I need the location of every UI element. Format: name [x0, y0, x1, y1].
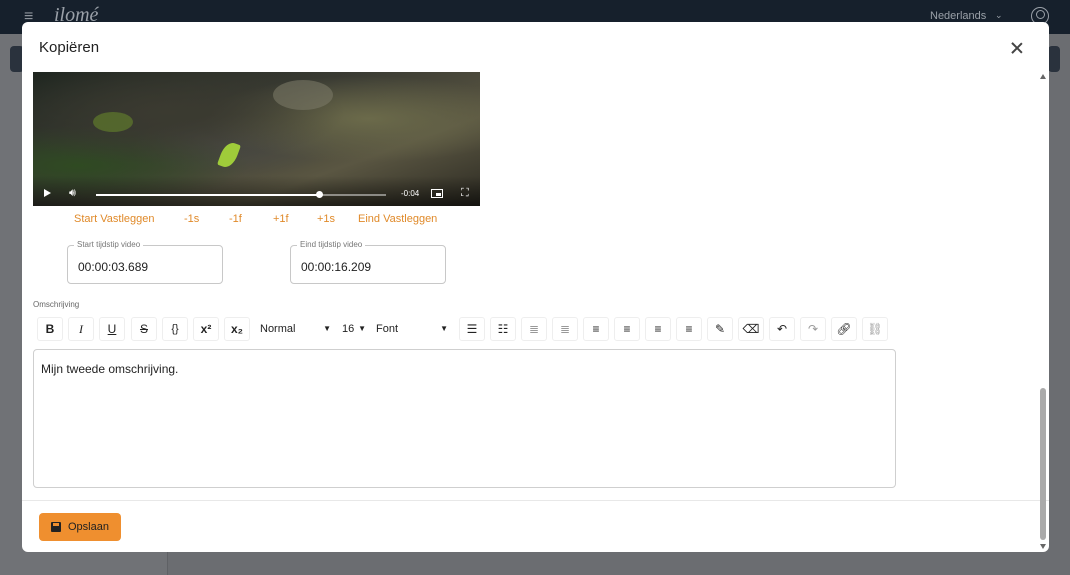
- start-time-label: Start tijdstip video: [74, 240, 144, 249]
- dialog-body: 🔊︎ -0:04 ⛶ Start Vastleggen -1s -1f +1f …: [22, 72, 1049, 500]
- scroll-up-icon[interactable]: [1040, 74, 1046, 79]
- play-icon[interactable]: [44, 189, 51, 197]
- text-color-icon[interactable]: ✎: [707, 317, 733, 341]
- description-label: Omschrijving: [33, 300, 80, 309]
- start-time-field[interactable]: Start tijdstip video 00:00:03.689: [67, 240, 223, 284]
- font-family-select[interactable]: Font ▼: [372, 317, 452, 341]
- bullet-list-icon[interactable]: ☰: [459, 317, 485, 341]
- link-icon[interactable]: 🔗︎: [831, 317, 857, 341]
- align-left-icon[interactable]: ≡: [583, 317, 609, 341]
- font-size-select[interactable]: 16 ▼: [339, 317, 367, 341]
- footer-divider: [22, 500, 1049, 501]
- bold-button[interactable]: B: [37, 317, 63, 341]
- scrollbar-thumb[interactable]: [1040, 388, 1046, 540]
- align-right-icon[interactable]: ≡: [645, 317, 671, 341]
- close-icon[interactable]: [1008, 39, 1026, 57]
- redo-icon[interactable]: ↷: [800, 317, 826, 341]
- font-size-value: 16: [342, 323, 355, 335]
- video-player[interactable]: 🔊︎ -0:04 ⛶: [33, 72, 480, 206]
- align-center-icon[interactable]: ≡: [614, 317, 640, 341]
- end-time-label: Eind tijdstip video: [297, 240, 366, 249]
- outdent-icon[interactable]: ≣: [521, 317, 547, 341]
- font-family-value: Font: [376, 323, 399, 335]
- caret-down-icon: ▼: [440, 324, 448, 333]
- video-frame-detail: [93, 112, 133, 132]
- indent-icon[interactable]: ≣: [552, 317, 578, 341]
- video-time-remaining: -0:04: [401, 189, 420, 198]
- heading-select[interactable]: Normal ▼: [257, 317, 335, 341]
- undo-icon[interactable]: ↶: [769, 317, 795, 341]
- start-capture-button[interactable]: Start Vastleggen: [74, 213, 155, 225]
- backdrop-button-right: [1048, 46, 1060, 72]
- unlink-icon[interactable]: ⛓: [862, 317, 888, 341]
- end-time-value[interactable]: 00:00:16.209: [301, 260, 371, 274]
- picture-in-picture-icon[interactable]: [431, 189, 443, 198]
- video-frame-detail: [217, 140, 241, 170]
- superscript-button[interactable]: x²: [193, 317, 219, 341]
- caret-down-icon: ▼: [358, 324, 366, 333]
- video-frame-detail: [273, 80, 333, 110]
- underline-button[interactable]: U: [99, 317, 125, 341]
- save-button-label: Opslaan: [68, 521, 109, 533]
- save-button[interactable]: Opslaan: [39, 513, 121, 541]
- dialog-scrollbar[interactable]: [1038, 74, 1048, 552]
- subscript-button[interactable]: x₂: [224, 317, 250, 341]
- description-editor[interactable]: Mijn tweede omschrijving.: [33, 349, 896, 488]
- italic-button[interactable]: I: [68, 317, 94, 341]
- caret-down-icon: ▼: [323, 324, 331, 333]
- save-icon: [51, 522, 61, 532]
- end-capture-button[interactable]: Eind Vastleggen: [358, 213, 437, 225]
- minus-1s-button[interactable]: -1s: [184, 213, 199, 225]
- plus-1f-button[interactable]: +1f: [273, 213, 289, 225]
- editor-toolbar: B I U S {} x² x₂ Normal ▼ 16 ▼ Font ▼ ☰ …: [33, 315, 895, 343]
- plus-1s-button[interactable]: +1s: [317, 213, 335, 225]
- volume-icon[interactable]: 🔊︎: [69, 187, 76, 200]
- numbered-list-icon[interactable]: ☷: [490, 317, 516, 341]
- heading-select-value: Normal: [260, 323, 296, 335]
- fullscreen-icon[interactable]: ⛶: [461, 187, 469, 200]
- end-time-field[interactable]: Eind tijdstip video 00:00:16.209: [290, 240, 446, 284]
- copy-dialog: Kopiëren 🔊︎ -0:04 ⛶ Start Vastleggen -1s…: [22, 22, 1049, 552]
- dialog-title: Kopiëren: [39, 39, 100, 56]
- scroll-down-icon[interactable]: [1040, 544, 1046, 549]
- start-time-value[interactable]: 00:00:03.689: [78, 260, 148, 274]
- chevron-down-icon[interactable]: ⌄: [995, 10, 1003, 21]
- code-button[interactable]: {}: [162, 317, 188, 341]
- clear-format-icon[interactable]: ⌫: [738, 317, 764, 341]
- seek-progress: [96, 194, 320, 196]
- align-justify-icon[interactable]: ≡: [676, 317, 702, 341]
- minus-1f-button[interactable]: -1f: [229, 213, 242, 225]
- strikethrough-button[interactable]: S: [131, 317, 157, 341]
- video-seek-bar[interactable]: [96, 191, 386, 198]
- language-selector[interactable]: Nederlands: [930, 10, 986, 22]
